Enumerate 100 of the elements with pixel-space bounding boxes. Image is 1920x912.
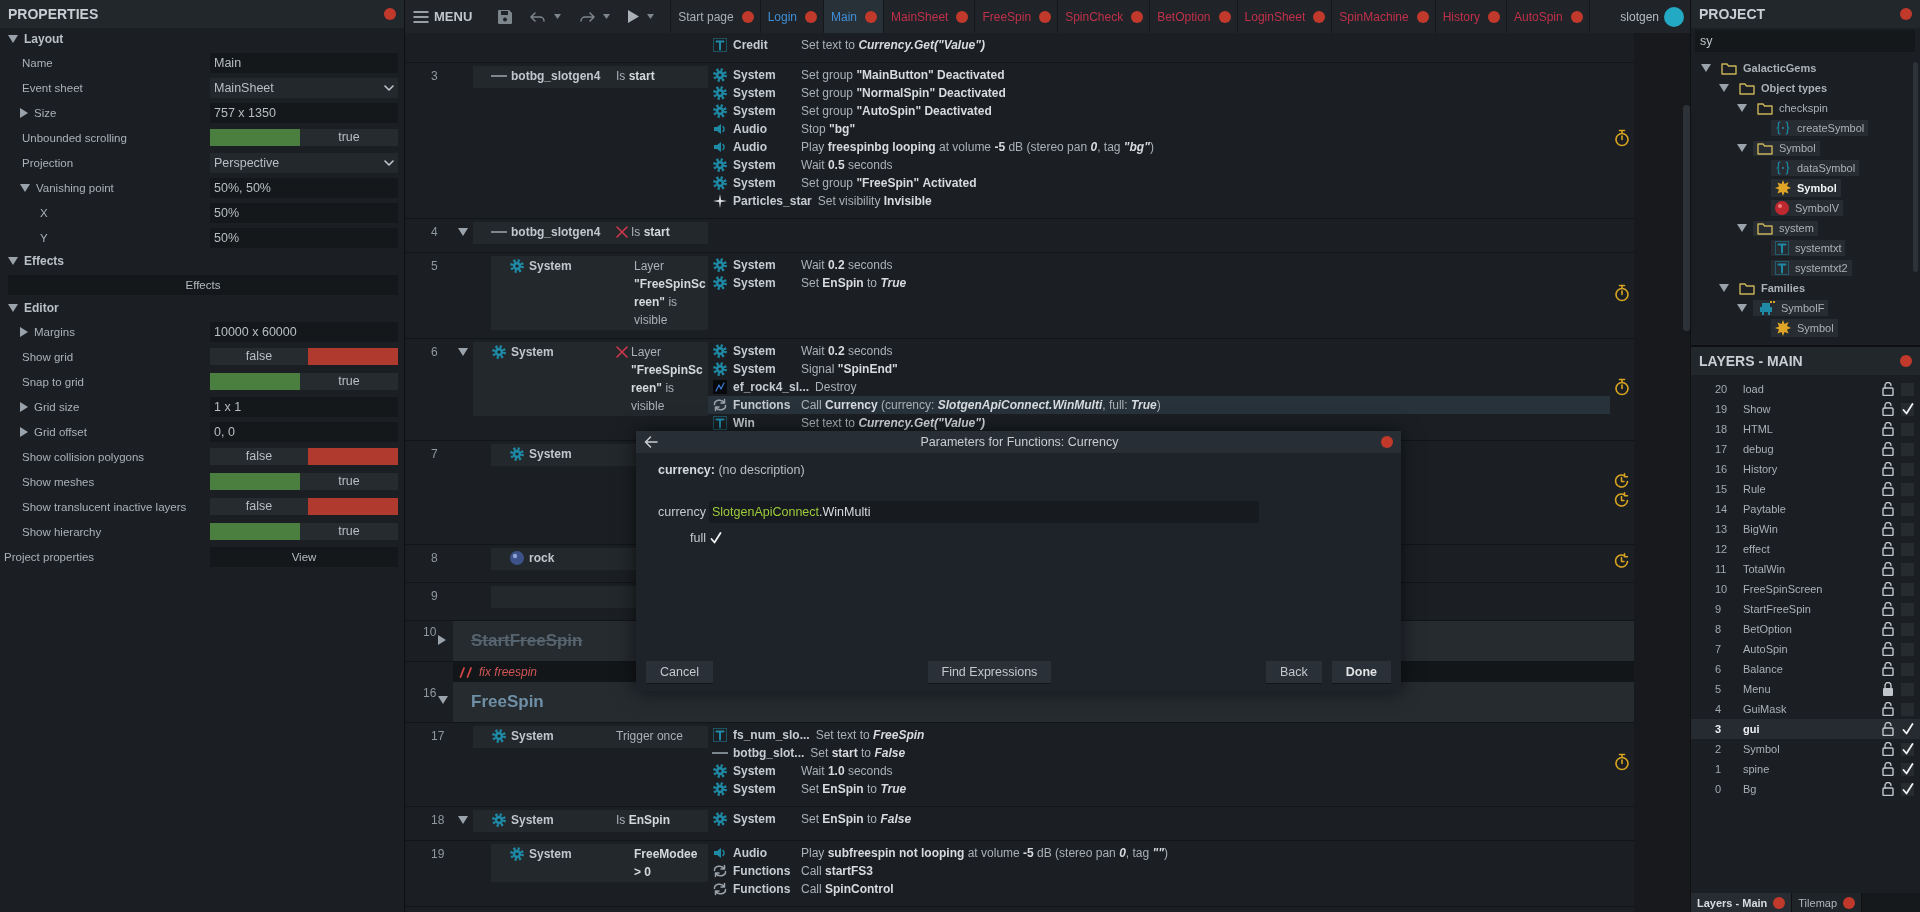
tab[interactable]: Main — [824, 0, 885, 33]
tree-item[interactable]: dataSymbol — [1771, 160, 1860, 176]
section-header[interactable]: Effects — [0, 250, 404, 272]
layer-row[interactable]: 19 Show — [1691, 399, 1920, 419]
open-padlock-icon[interactable] — [1882, 462, 1894, 476]
layer-row[interactable]: 16 History — [1691, 459, 1920, 479]
section-header[interactable]: Editor — [0, 297, 404, 319]
disclosure-triangle-icon[interactable] — [20, 183, 30, 192]
disclosure-triangle-icon[interactable] — [20, 401, 28, 412]
action-row[interactable]: fs_num_slo... Set text to FreeSpin — [708, 726, 1610, 744]
disclosure-triangle-icon[interactable] — [1737, 104, 1747, 112]
toggle-switch[interactable]: true — [210, 129, 398, 146]
action-row[interactable]: System Set EnSpin to True — [708, 780, 1610, 798]
open-padlock-icon[interactable] — [1882, 642, 1894, 656]
section-header[interactable]: Layout — [0, 28, 404, 50]
checkbox[interactable] — [1901, 742, 1914, 756]
tree-item[interactable]: checkspin — [1753, 100, 1832, 116]
condition-block[interactable]: System Layer "FreeSpinScreen" is visible — [473, 342, 708, 416]
toggle-switch[interactable]: true — [210, 373, 398, 390]
disclosure-triangle-icon[interactable] — [458, 228, 468, 236]
disclosure-triangle-icon[interactable] — [1719, 84, 1729, 92]
caret-icon[interactable] — [603, 14, 611, 19]
layer-row[interactable]: 5 Menu — [1691, 679, 1920, 699]
toggle-switch[interactable]: true — [210, 473, 398, 490]
tree-item[interactable]: systemtxt2 — [1771, 260, 1852, 276]
layer-row[interactable]: 14 Paytable — [1691, 499, 1920, 519]
play-icon[interactable] — [628, 10, 640, 23]
layer-row[interactable]: 0 Bg — [1691, 779, 1920, 799]
layer-row[interactable]: 11 TotalWin — [1691, 559, 1920, 579]
dialog-button[interactable]: Done — [1331, 661, 1391, 683]
disclosure-triangle-icon[interactable] — [1737, 224, 1747, 232]
tree-item[interactable]: Families — [1735, 280, 1810, 296]
checkbox[interactable] — [709, 531, 722, 545]
disclosure-triangle-icon[interactable] — [20, 326, 28, 337]
action-row[interactable]: Functions Call Currency (currency: SlotgenApiConnect.WinMulti, full: True) — [708, 396, 1610, 414]
open-padlock-icon[interactable] — [1882, 562, 1894, 576]
disclosure-triangle-icon[interactable] — [438, 696, 449, 704]
action-row[interactable]: System Wait 0.2 seconds — [708, 342, 1610, 360]
close-icon[interactable] — [1843, 896, 1856, 909]
disclosure-triangle-icon[interactable] — [1719, 284, 1729, 292]
open-padlock-icon[interactable] — [1882, 722, 1894, 736]
property-field[interactable]: 0, 0 — [210, 421, 398, 442]
dialog-button[interactable]: Cancel — [646, 661, 713, 683]
dropdown[interactable]: MainSheet — [210, 77, 398, 98]
disclosure-triangle-icon[interactable] — [1701, 64, 1711, 72]
view-button[interactable]: View — [210, 546, 398, 567]
toggle-switch[interactable]: true — [210, 523, 398, 540]
open-padlock-icon[interactable] — [1882, 402, 1894, 416]
close-icon[interactable] — [1313, 10, 1326, 23]
tab[interactable]: Layers - Main — [1691, 893, 1793, 912]
layer-row[interactable]: 4 GuiMask — [1691, 699, 1920, 719]
scrollbar-thumb[interactable] — [1683, 105, 1690, 331]
action-row[interactable]: System Wait 0.2 seconds — [708, 256, 1610, 274]
dialog-button[interactable]: Find Expressions — [927, 661, 1052, 683]
padlock-icon[interactable] — [1882, 682, 1894, 696]
caret-icon[interactable] — [554, 14, 562, 19]
property-field[interactable]: Main — [210, 52, 398, 73]
layer-row[interactable]: 12 effect — [1691, 539, 1920, 559]
layer-row[interactable]: 10 FreeSpinScreen — [1691, 579, 1920, 599]
property-field[interactable]: 50%, 50% — [210, 177, 398, 198]
tree-item[interactable]: system — [1753, 220, 1818, 236]
tree-item[interactable]: SymbolV — [1771, 200, 1844, 216]
action-row[interactable]: Audio Play freespinbg looping at volume -5 dB (stereo pan 0, tag "bg") — [708, 138, 1610, 156]
tree-item[interactable]: Symbol — [1771, 319, 1838, 337]
action-row[interactable]: Particles_star Set visibility Invisible — [708, 192, 1610, 210]
tree-item[interactable]: systemtxt — [1771, 240, 1846, 256]
dropdown[interactable]: Perspective — [210, 152, 398, 173]
back-arrow-icon[interactable] — [644, 436, 658, 448]
disclosure-triangle-icon[interactable] — [20, 107, 28, 118]
property-field[interactable]: 1 x 1 — [210, 396, 398, 417]
menu-button[interactable]: MENU — [405, 0, 481, 33]
toggle-switch[interactable]: false — [210, 348, 398, 365]
disclosure-triangle-icon[interactable] — [458, 816, 468, 824]
property-field[interactable]: 50% — [210, 202, 398, 223]
close-icon[interactable] — [1900, 355, 1912, 367]
condition-block[interactable]: System FreeModee > 0 — [491, 844, 708, 882]
layer-row[interactable]: 13 BigWin — [1691, 519, 1920, 539]
action-row[interactable]: System Wait 1.0 seconds — [708, 762, 1610, 780]
action-row[interactable]: System Set EnSpin to False — [708, 810, 1610, 828]
open-padlock-icon[interactable] — [1882, 482, 1894, 496]
tree-item[interactable]: createSymbol — [1771, 120, 1869, 136]
action-row[interactable]: System Set group "AutoSpin" Deactivated — [708, 102, 1610, 120]
layer-row[interactable]: 7 AutoSpin — [1691, 639, 1920, 659]
open-padlock-icon[interactable] — [1882, 762, 1894, 776]
open-padlock-icon[interactable] — [1882, 622, 1894, 636]
action-row[interactable]: Functions Call startFS3 — [708, 862, 1610, 880]
tree-item[interactable]: Symbol — [1753, 140, 1820, 156]
property-field[interactable]: 10000 x 60000 — [210, 321, 398, 342]
avatar[interactable] — [1664, 6, 1684, 27]
layer-row[interactable]: 20 load — [1691, 379, 1920, 399]
open-padlock-icon[interactable] — [1882, 422, 1894, 436]
action-row[interactable]: Audio Play subfreespin not looping at volume -5 dB (stereo pan 0, tag "") — [708, 844, 1610, 862]
layer-row[interactable]: 18 HTML — [1691, 419, 1920, 439]
layer-row[interactable]: 3 gui — [1691, 719, 1920, 739]
effects-button[interactable]: Effects — [8, 274, 398, 295]
disclosure-triangle-icon[interactable] — [1737, 304, 1747, 312]
layer-row[interactable]: 6 Balance — [1691, 659, 1920, 679]
action-row[interactable]: System Wait 0.5 seconds — [708, 156, 1610, 174]
close-icon[interactable] — [1381, 436, 1393, 448]
checkbox[interactable] — [1901, 722, 1914, 736]
